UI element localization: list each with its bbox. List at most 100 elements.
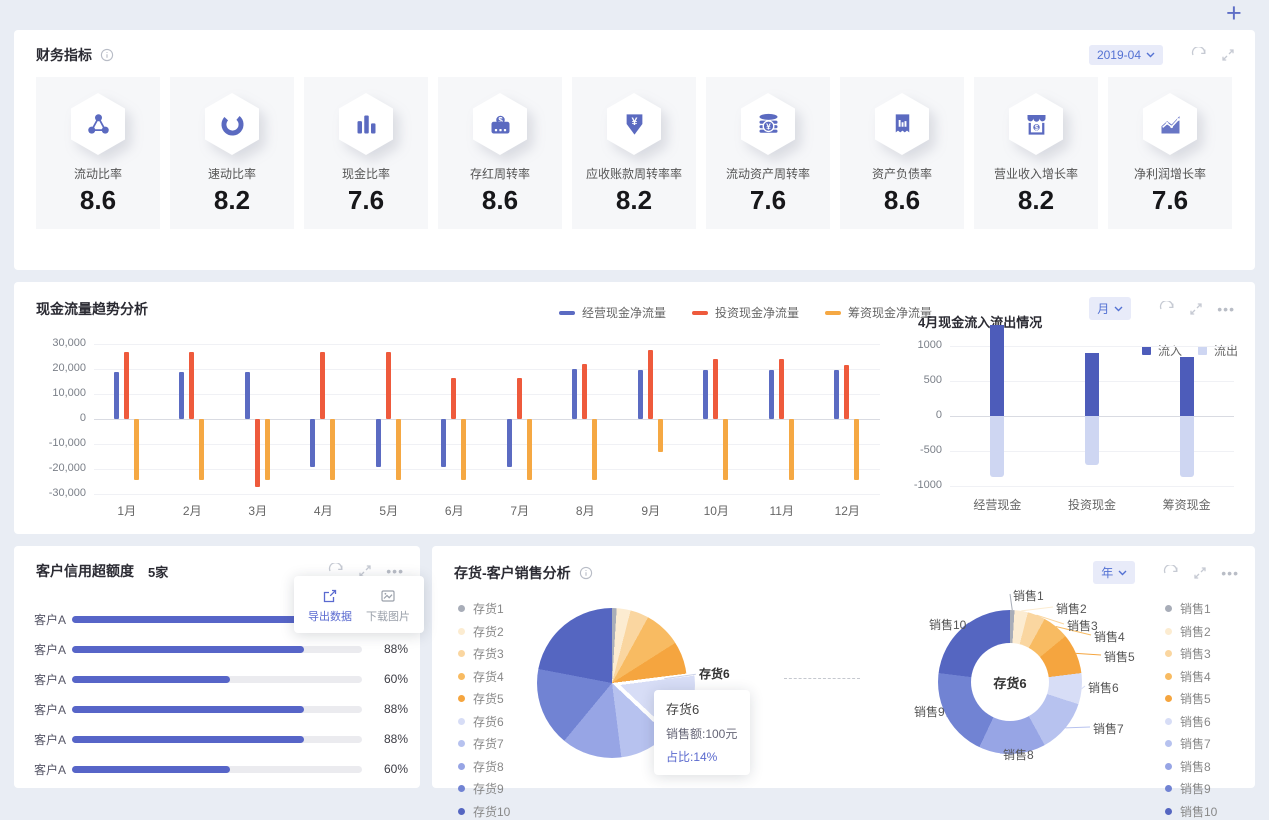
credit-bar-fill xyxy=(72,735,304,743)
finance-indicators-panel: 财务指标 2019-04 流动比率 8.6 速动比率 8.2 现金比率 7.6 $ 存红周转率… xyxy=(14,30,1255,270)
store-badge: $ xyxy=(1009,93,1063,155)
y-axis-tick: 20,000 xyxy=(52,362,86,374)
credit-row: 客户A 60% xyxy=(34,664,408,694)
metric-value: 8.6 xyxy=(79,185,117,215)
chevron-down-icon xyxy=(1114,306,1123,311)
date-filter-dropdown[interactable]: 2019-04 xyxy=(1088,45,1163,65)
metric-value: 8.6 xyxy=(883,185,921,215)
legend-label: 存货3 xyxy=(473,647,504,661)
metric-hexagon xyxy=(875,93,929,155)
经营现金净流量-bar xyxy=(441,419,447,467)
expand-icon[interactable] xyxy=(1221,48,1235,62)
x-axis-tick: 7月 xyxy=(510,504,530,518)
legend-item-销售6[interactable]: 销售6 xyxy=(1165,713,1217,730)
trend-icon xyxy=(1157,111,1184,138)
refresh-icon[interactable] xyxy=(1191,47,1207,63)
donut-label-销售5: 销售5 xyxy=(1104,650,1135,664)
legend-marker xyxy=(458,672,465,680)
legend-item-存货10[interactable]: 存货10 xyxy=(458,803,510,820)
inflow-outflow-plot: 1000 500 0 -500 -1000 经营现金 投资现金 筹资现金 xyxy=(904,312,1244,522)
cashflow-legend: 经营现金净流量 投资现金净流量 筹资现金净流量 xyxy=(559,304,932,321)
legend-marker xyxy=(1165,807,1172,815)
legend-item-存货9[interactable]: 存货9 xyxy=(458,780,510,797)
metric-value: 7.6 xyxy=(347,185,385,215)
legend-item-销售4[interactable]: 销售4 xyxy=(1165,668,1217,685)
inflow-outflow-chart: 4月现金流入流出情况 流入 流出 1000 500 0 -500 -1000 经营现金 投资现… xyxy=(904,312,1244,522)
legend-label: 销售4 xyxy=(1180,669,1211,684)
credit-percent: 88% xyxy=(383,642,408,656)
metric-card: 资产负债率 8.6 xyxy=(840,77,964,229)
legend-label: 销售8 xyxy=(1180,759,1211,774)
metric-hexagon xyxy=(1143,93,1197,155)
x-axis-tick: 投资现金 xyxy=(1067,498,1116,512)
legend-item-存货7[interactable]: 存货7 xyxy=(458,735,510,752)
tooltip-percent: 占比:14% xyxy=(666,750,718,764)
legend-item-存货8[interactable]: 存货8 xyxy=(458,758,510,775)
legend-item-存货6[interactable]: 存货6 xyxy=(458,713,510,730)
y-axis-tick: -30,000 xyxy=(48,487,86,499)
经营现金净流量-bar xyxy=(179,371,185,419)
流出-bar xyxy=(1085,416,1099,465)
legend-marker xyxy=(458,762,465,770)
customer-label: 客户A xyxy=(34,642,67,657)
receipt-icon xyxy=(889,111,916,138)
metric-hexagon xyxy=(339,93,393,155)
legend-item-销售10[interactable]: 销售10 xyxy=(1165,803,1217,820)
y-axis-tick: 30,000 xyxy=(52,337,86,349)
legend-item-经营现金净流量[interactable]: 经营现金净流量 xyxy=(559,304,666,321)
legend-label: 存货2 xyxy=(473,624,504,639)
metric-label: 存红周转率 xyxy=(469,167,530,181)
legend-item-投资现金净流量[interactable]: 投资现金净流量 xyxy=(692,304,799,321)
metric-label: 速动比率 xyxy=(207,167,256,181)
add-widget-button[interactable]: + xyxy=(1226,0,1242,28)
legend-label: 存货9 xyxy=(473,782,504,796)
credit-bar-fill xyxy=(72,705,304,713)
credit-bar-fill xyxy=(72,645,304,653)
经营现金净流量-bar xyxy=(572,369,578,419)
legend-item-存货3[interactable]: 存货3 xyxy=(458,645,510,662)
export-data-menu-item[interactable]: 导出数据 xyxy=(302,584,358,624)
metric-label: 流动资产周转率 xyxy=(725,167,810,181)
x-axis-tick: 12月 xyxy=(834,504,860,518)
download-image-menu-item[interactable]: 下载图片 xyxy=(360,584,416,624)
refresh-icon[interactable] xyxy=(1163,564,1179,581)
ring-badge xyxy=(205,93,259,155)
credit-percent: 88% xyxy=(383,702,408,716)
legend-marker xyxy=(458,605,465,612)
legend-item-存货4[interactable]: 存货4 xyxy=(458,668,510,685)
经营现金净流量-bar xyxy=(113,371,119,419)
svg-text:¥: ¥ xyxy=(631,116,637,128)
legend-item-销售5[interactable]: 销售5 xyxy=(1165,690,1217,707)
period-filter-dropdown[interactable]: 年 xyxy=(1093,561,1136,584)
yen-down-badge: ¥ xyxy=(607,93,661,155)
metric-card: 净利润增长率 7.6 xyxy=(1108,77,1232,229)
legend-item-销售2[interactable]: 销售2 xyxy=(1165,623,1217,640)
metric-value: 7.6 xyxy=(1151,185,1189,215)
expand-icon[interactable] xyxy=(1193,566,1207,580)
legend-item-销售8[interactable]: 销售8 xyxy=(1165,758,1217,775)
more-options-icon[interactable]: ••• xyxy=(1221,566,1239,580)
pie-donut-connector-line xyxy=(784,678,860,679)
metric-hexagon: ¥ xyxy=(607,93,661,155)
y-axis-tick: -500 xyxy=(919,444,942,456)
投资现金净流量-bar xyxy=(647,350,653,419)
legend-item-销售7[interactable]: 销售7 xyxy=(1165,735,1217,752)
legend-item-销售1[interactable]: 销售1 xyxy=(1165,600,1217,617)
gridline xyxy=(94,419,880,420)
legend-item-销售9[interactable]: 销售9 xyxy=(1165,780,1217,797)
image-icon xyxy=(380,588,396,604)
legend-item-存货5[interactable]: 存货5 xyxy=(458,690,510,707)
legend-label: 存货5 xyxy=(473,692,504,706)
legend-label: 存货8 xyxy=(473,759,504,774)
receipt-badge xyxy=(875,93,929,155)
cashflow-trend-panel: 现金流量趋势分析 月 ••• 经营现金净流量 投资现金净流量 筹资现金净流量 30,… xyxy=(14,282,1255,534)
legend-marker xyxy=(1165,740,1172,747)
inventory-sales-panel: 存货-客户销售分析 年 ••• 存货1 存货2 存货3 存货4 存货5 存货6 存货7 存货8… xyxy=(432,546,1255,819)
legend-item-存货1[interactable]: 存货1 xyxy=(458,600,510,617)
legend-item-销售3[interactable]: 销售3 xyxy=(1165,645,1217,662)
more-options-icon[interactable]: ••• xyxy=(386,564,404,578)
legend-item-存货2[interactable]: 存货2 xyxy=(458,623,510,640)
x-axis-tick: 筹资现金 xyxy=(1162,498,1211,512)
credit-bar-track xyxy=(72,675,362,683)
purse-icon: $ xyxy=(487,111,514,138)
